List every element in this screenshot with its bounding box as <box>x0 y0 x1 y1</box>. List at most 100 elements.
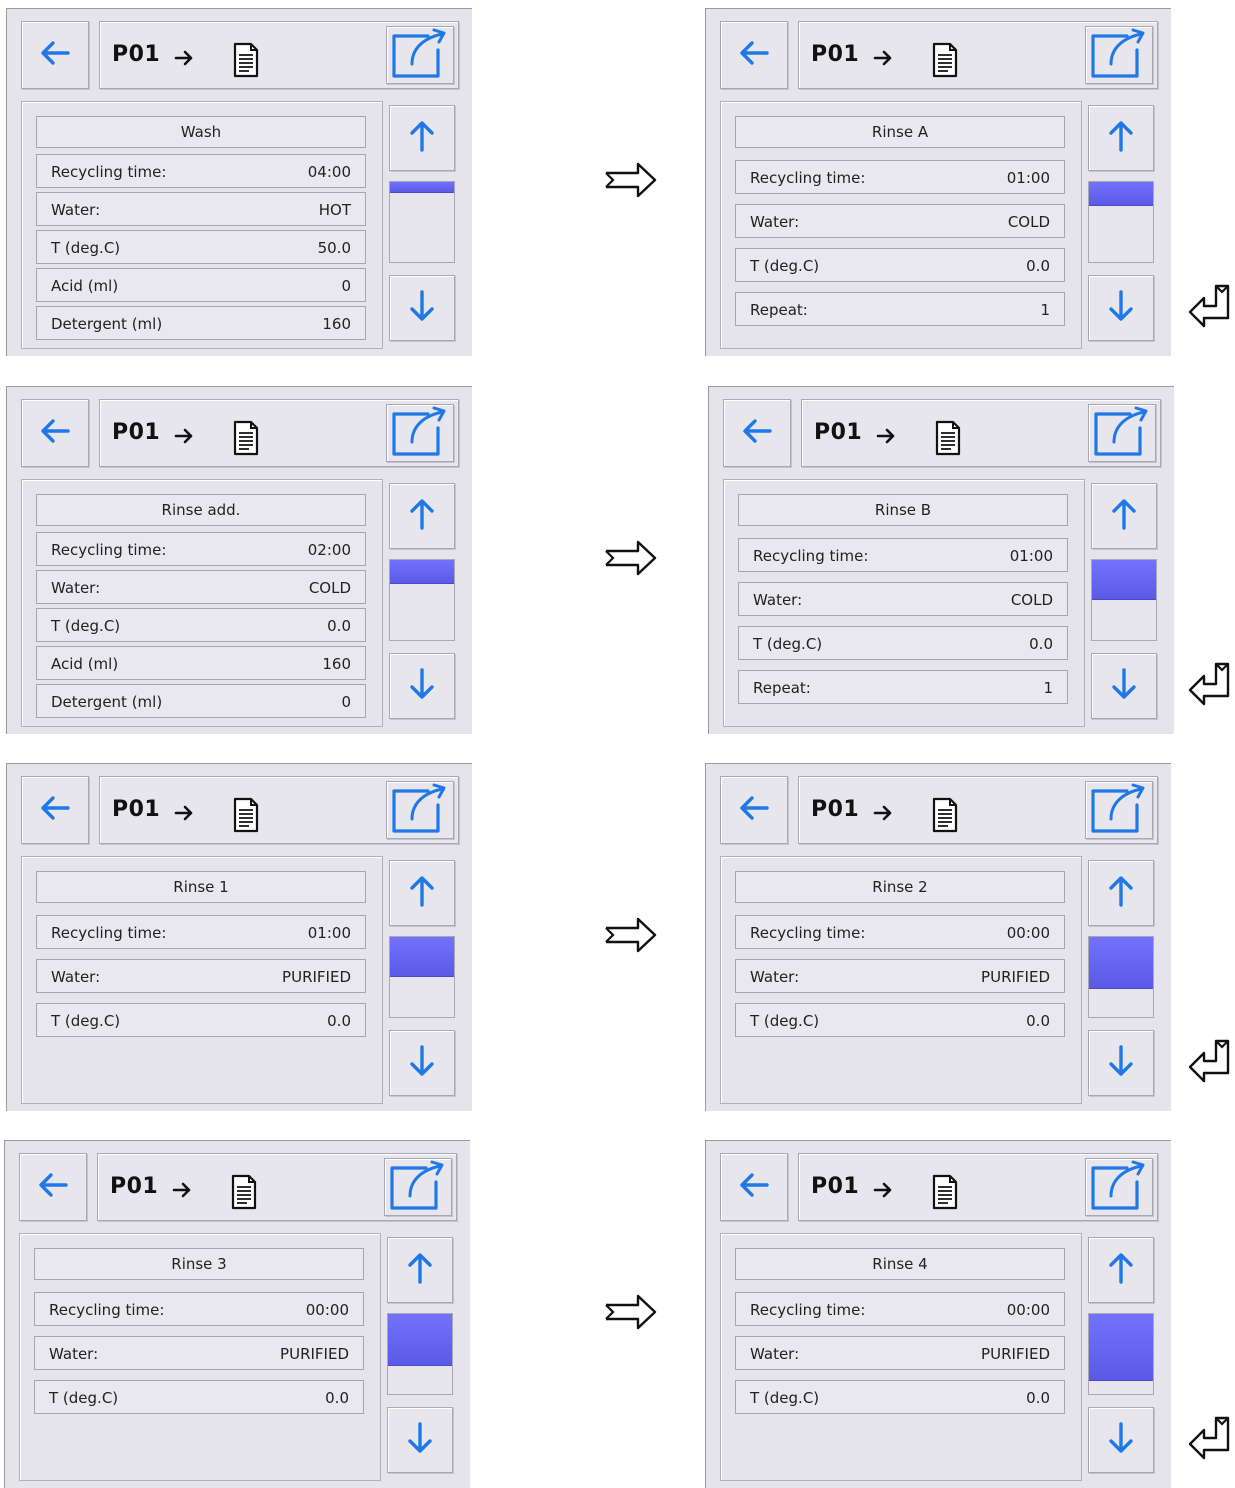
back-button[interactable] <box>21 399 89 467</box>
parameter-label: T (deg.C) <box>750 1012 820 1030</box>
export-button[interactable] <box>386 26 454 84</box>
scroll-up-button[interactable] <box>1088 860 1154 926</box>
back-button[interactable] <box>720 776 788 844</box>
parameter-row[interactable]: T (deg.C) 50.0 <box>36 230 366 264</box>
scroll-up-button[interactable] <box>389 105 455 171</box>
scrollbar-thumb[interactable] <box>388 1314 452 1366</box>
parameter-row[interactable]: Detergent (ml) 160 <box>36 306 366 340</box>
parameter-value: 50.0 <box>317 239 351 257</box>
parameter-row[interactable]: T (deg.C) 0.0 <box>735 1003 1065 1037</box>
parameter-row[interactable]: Detergent (ml) 0 <box>36 684 366 718</box>
export-button[interactable] <box>386 781 454 839</box>
program-name: P01 <box>112 42 161 67</box>
parameter-row[interactable]: Acid (ml) 0 <box>36 268 366 302</box>
parameter-row[interactable]: Acid (ml) 160 <box>36 646 366 680</box>
scrollbar-thumb[interactable] <box>1089 1314 1153 1381</box>
scrollbar-track[interactable] <box>1091 559 1157 641</box>
parameter-row[interactable]: T (deg.C) 0.0 <box>34 1380 364 1414</box>
export-button[interactable] <box>384 1158 452 1216</box>
back-button[interactable] <box>720 1153 788 1221</box>
scrollbar-track[interactable] <box>389 181 455 263</box>
parameter-panel: Rinse 3 Recycling time: 00:00 Water: PURIFIE… <box>19 1233 381 1481</box>
back-button[interactable] <box>21 21 89 89</box>
scrollbar-track[interactable] <box>389 936 455 1018</box>
scroll-up-button[interactable] <box>1091 483 1157 549</box>
screen-panel: P01 Rinse A Recycling time: 01:00 Water: COLD… <box>705 8 1171 356</box>
parameter-row[interactable]: Repeat: 1 <box>738 670 1068 704</box>
program-title-bar: P01 <box>99 399 459 467</box>
scroll-down-button[interactable] <box>1088 1407 1154 1473</box>
up-arrow-icon <box>409 874 435 912</box>
scroll-down-button[interactable] <box>387 1407 453 1473</box>
scrollbar-track[interactable] <box>1088 1313 1154 1395</box>
scrollbar-thumb[interactable] <box>1089 182 1153 206</box>
scrollbar-track[interactable] <box>1088 181 1154 263</box>
scroll-down-button[interactable] <box>1088 275 1154 341</box>
back-button[interactable] <box>21 776 89 844</box>
scroll-down-button[interactable] <box>389 653 455 719</box>
parameter-row[interactable]: Water: PURIFIED <box>34 1336 364 1370</box>
scrollbar-track[interactable] <box>1088 936 1154 1018</box>
scrollbar-thumb[interactable] <box>390 560 454 584</box>
parameter-row[interactable]: Recycling time: 00:00 <box>735 1292 1065 1326</box>
parameter-row[interactable]: Repeat: 1 <box>735 292 1065 326</box>
parameter-row[interactable]: T (deg.C) 0.0 <box>738 626 1068 660</box>
parameter-label: T (deg.C) <box>49 1389 119 1407</box>
parameter-row[interactable]: T (deg.C) 0.0 <box>36 1003 366 1037</box>
parameter-row[interactable]: Recycling time: 00:00 <box>34 1292 364 1326</box>
down-arrow-icon <box>1108 289 1134 327</box>
parameter-label: Water: <box>750 968 800 986</box>
export-button[interactable] <box>1088 404 1156 462</box>
program-title-bar: P01 <box>801 399 1161 467</box>
document-icon <box>232 42 260 82</box>
parameter-row[interactable]: Water: PURIFIED <box>36 959 366 993</box>
scrollbar-thumb[interactable] <box>1092 560 1156 600</box>
back-arrow-icon <box>38 793 72 827</box>
parameter-row[interactable]: Recycling time: 01:00 <box>735 160 1065 194</box>
parameter-value: PURIFIED <box>981 1345 1050 1363</box>
parameter-row[interactable]: Recycling time: 04:00 <box>36 154 366 188</box>
export-button[interactable] <box>1085 26 1153 84</box>
parameter-label: Water: <box>51 201 101 219</box>
parameter-row[interactable]: Recycling time: 01:00 <box>36 915 366 949</box>
parameter-row[interactable]: Water: COLD <box>738 582 1068 616</box>
parameter-row[interactable]: Recycling time: 00:00 <box>735 915 1065 949</box>
scroll-down-button[interactable] <box>1091 653 1157 719</box>
parameter-value: COLD <box>1007 213 1050 231</box>
parameter-row[interactable]: Water: COLD <box>735 204 1065 238</box>
back-button[interactable] <box>720 21 788 89</box>
parameter-row[interactable]: T (deg.C) 0.0 <box>735 248 1065 282</box>
back-button[interactable] <box>19 1153 87 1221</box>
parameter-row[interactable]: Recycling time: 02:00 <box>36 532 366 566</box>
scrollbar-track[interactable] <box>387 1313 453 1395</box>
scrollbar-track[interactable] <box>389 559 455 641</box>
scroll-up-button[interactable] <box>389 860 455 926</box>
export-button[interactable] <box>1085 1158 1153 1216</box>
scrollbar-thumb[interactable] <box>1089 937 1153 989</box>
scroll-down-button[interactable] <box>389 1030 455 1096</box>
parameter-row[interactable]: Water: HOT <box>36 192 366 226</box>
export-button[interactable] <box>386 404 454 462</box>
parameter-panel: Rinse B Recycling time: 01:00 Water: COLD T (… <box>723 479 1085 727</box>
scroll-up-button[interactable] <box>389 483 455 549</box>
scroll-up-button[interactable] <box>1088 105 1154 171</box>
parameter-row[interactable]: Water: PURIFIED <box>735 1336 1065 1370</box>
parameter-row[interactable]: T (deg.C) 0.0 <box>36 608 366 642</box>
parameter-row[interactable]: Water: COLD <box>36 570 366 604</box>
parameter-row[interactable]: Recycling time: 01:00 <box>738 538 1068 572</box>
scroll-down-button[interactable] <box>389 275 455 341</box>
right-double-arrow-icon <box>604 915 658 959</box>
scroll-up-button[interactable] <box>1088 1237 1154 1303</box>
back-button[interactable] <box>723 399 791 467</box>
parameter-row[interactable]: T (deg.C) 0.0 <box>735 1380 1065 1414</box>
scrollbar-thumb[interactable] <box>390 937 454 977</box>
scroll-down-button[interactable] <box>1088 1030 1154 1096</box>
scroll-up-button[interactable] <box>387 1237 453 1303</box>
scrollbar-thumb[interactable] <box>390 182 454 193</box>
parameter-row[interactable]: Water: PURIFIED <box>735 959 1065 993</box>
program-name: P01 <box>112 420 161 445</box>
parameter-label: Acid (ml) <box>51 655 119 673</box>
parameter-label: Water: <box>753 591 803 609</box>
export-button[interactable] <box>1085 781 1153 839</box>
parameter-label: Water: <box>51 579 101 597</box>
